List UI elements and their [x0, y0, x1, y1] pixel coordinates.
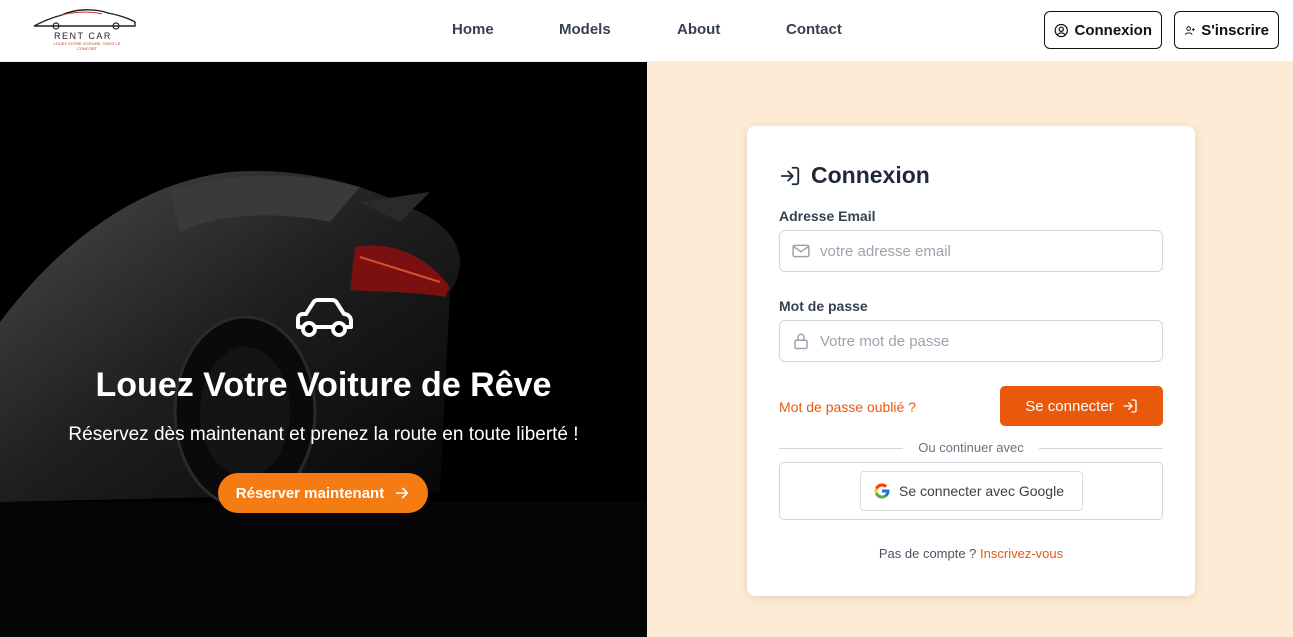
user-plus-icon: [1184, 25, 1195, 35]
login-card: Connexion Adresse Email votre adresse em…: [747, 126, 1195, 596]
signup-prompt: Pas de compte ? Inscrivez-vous: [747, 546, 1195, 561]
signup-link[interactable]: Inscrivez-vous: [980, 546, 1063, 561]
nav-about[interactable]: About: [677, 21, 720, 38]
forgot-password-link[interactable]: Mot de passe oublié ?: [779, 399, 916, 415]
nav-home[interactable]: Home: [452, 21, 494, 38]
signup-button-label: S'inscrire: [1201, 21, 1269, 39]
login-button-label: Connexion: [1074, 21, 1153, 39]
logo-brand: RENT CAR: [54, 31, 112, 41]
car-logo-icon: [33, 9, 136, 30]
arrow-right-icon: [396, 487, 409, 499]
car-icon: [296, 298, 353, 337]
logo-tagline: LOUEZ VOTRE VOITURE, VIVEZ LE CONFORT: [53, 41, 121, 51]
reserve-now-button[interactable]: Réserver maintenant: [218, 473, 428, 513]
google-icon: [874, 483, 890, 499]
login-button[interactable]: Connexion: [1044, 11, 1162, 49]
email-placeholder: votre adresse email: [820, 242, 951, 260]
hero-section: Louez Votre Voiture de Rêve Réservez dès…: [0, 62, 647, 637]
signup-button[interactable]: S'inscrire: [1174, 11, 1279, 49]
reserve-now-label: Réserver maintenant: [235, 484, 385, 502]
divider-line-right: [1039, 448, 1163, 449]
email-field[interactable]: votre adresse email: [779, 230, 1163, 272]
login-title: Connexion: [779, 162, 930, 189]
lock-icon: [794, 333, 808, 350]
sign-in-icon: [780, 166, 800, 185]
password-label: Mot de passe: [779, 298, 868, 314]
logo[interactable]: RENT CAR LOUEZ VOTRE VOITURE, VIVEZ LE C…: [32, 6, 138, 56]
envelope-icon: [792, 244, 810, 258]
submit-login-label: Se connecter: [1025, 397, 1114, 415]
google-signin-button[interactable]: Se connecter avec Google: [860, 471, 1083, 511]
nav-contact[interactable]: Contact: [786, 21, 842, 38]
hero-title: Louez Votre Voiture de Rêve: [95, 366, 552, 404]
divider: Ou continuer avec: [779, 440, 1163, 456]
car-background-image: [0, 62, 647, 637]
password-placeholder: Votre mot de passe: [820, 332, 950, 350]
sign-in-icon: [1123, 399, 1137, 413]
user-circle-icon: [1054, 23, 1068, 37]
nav-models[interactable]: Models: [559, 21, 611, 38]
submit-login-button[interactable]: Se connecter: [1000, 386, 1163, 426]
no-account-text: Pas de compte ?: [878, 546, 977, 561]
password-field[interactable]: Votre mot de passe: [779, 320, 1163, 362]
hero-subtitle: Réservez dès maintenant et prenez la rou…: [68, 424, 579, 445]
login-title-text: Connexion: [811, 162, 930, 188]
email-label: Adresse Email: [779, 208, 876, 224]
navbar: RENT CAR LOUEZ VOTRE VOITURE, VIVEZ LE C…: [0, 0, 1293, 62]
google-signin-label: Se connecter avec Google: [899, 483, 1064, 499]
google-signin-container: Se connecter avec Google: [779, 462, 1163, 520]
